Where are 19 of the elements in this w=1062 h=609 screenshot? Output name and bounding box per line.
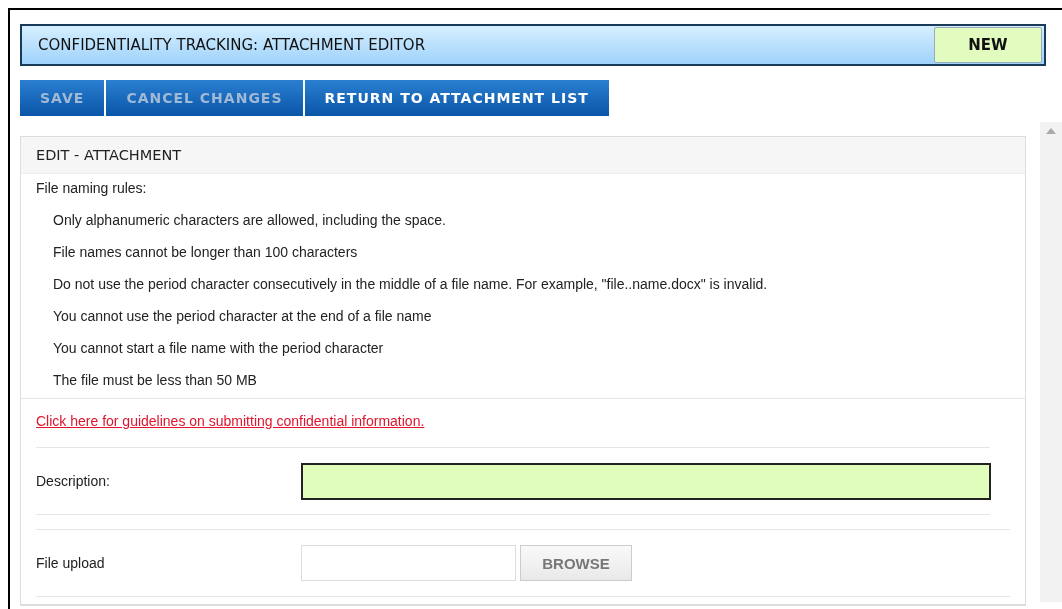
rules-heading: File naming rules: — [36, 180, 148, 196]
rule-text: File names cannot be longer than 100 characters — [53, 244, 359, 260]
toolbar-button[interactable]: RETURN TO ATTACHMENT LIST — [304, 80, 609, 116]
rule-text: You cannot use the period character at the end of a file name — [53, 308, 433, 324]
browse-button[interactable]: BROWSE — [520, 545, 632, 581]
panel-title: EDIT - ATTACHMENT — [36, 147, 182, 163]
status-badge: NEW — [934, 27, 1042, 63]
page-title: CONFIDENTIALITY TRACKING: ATTACHMENT EDITOR — [38, 36, 426, 54]
rule-text: Only alphanumeric characters are allowed, including the space. — [53, 212, 447, 228]
guidelines-link[interactable]: Click here for guidelines on submitting confidential information. — [36, 413, 425, 429]
description-label: Description: — [36, 473, 111, 489]
scroll-up-icon[interactable] — [1046, 128, 1056, 134]
rule-text: You cannot start a file name with the period character — [53, 340, 385, 356]
scrollbar[interactable] — [1040, 122, 1062, 602]
description-field[interactable] — [301, 462, 991, 500]
file-upload-label: File upload — [36, 555, 106, 571]
file-path-field[interactable] — [301, 545, 516, 581]
rule-text: The file must be less than 50 MB — [53, 372, 258, 388]
rule-text: Do not use the period character consecutively in the middle of a file name. For example, "file..name.docx" is invalid. — [53, 276, 769, 292]
